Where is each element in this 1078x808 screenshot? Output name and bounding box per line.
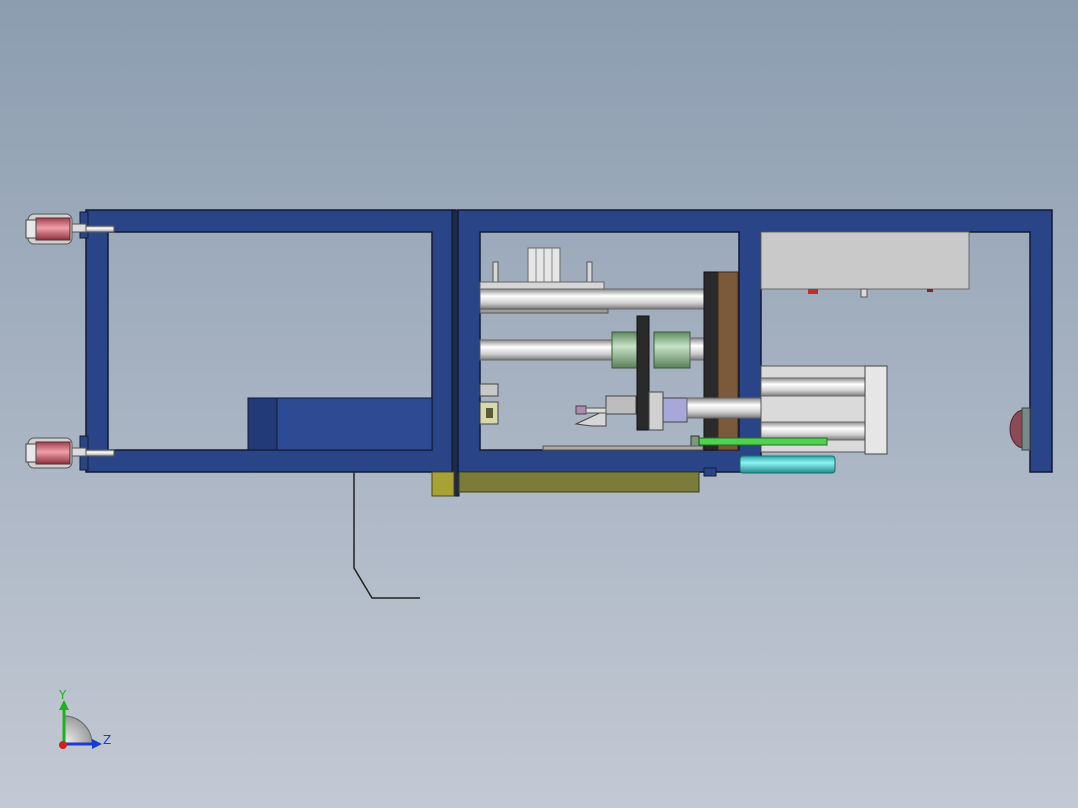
green-guide-rod — [692, 437, 828, 446]
end-plate-brown — [717, 271, 739, 451]
panel-red-indicator — [808, 289, 818, 294]
viewport-background — [0, 0, 1078, 808]
main-cylinder-endcap — [864, 365, 888, 455]
caster-top-stem — [71, 223, 87, 233]
yellow-mount-block — [431, 471, 455, 497]
standoff-left — [492, 261, 499, 283]
emergency-stop-base — [1021, 407, 1031, 451]
triad-y-label: Y — [58, 688, 67, 702]
olive-base-plate[interactable] — [458, 471, 700, 493]
coupling-left[interactable] — [611, 331, 641, 369]
barrel-lower-rib — [760, 421, 866, 441]
sensor-lens — [486, 408, 493, 418]
upper-rod-base — [479, 308, 609, 314]
panel-small-indicator — [927, 289, 933, 292]
green-rod-nut — [690, 435, 700, 447]
end-plate-dark — [703, 271, 719, 451]
triad-z-label: Z — [103, 733, 111, 747]
base-rail — [542, 445, 704, 451]
cad-canvas[interactable]: Y Z — [0, 0, 1078, 808]
upper-guide-rod — [479, 288, 707, 310]
gripper-mount — [648, 391, 664, 431]
triad-x-origin — [59, 741, 67, 749]
carriage-plate — [636, 315, 650, 431]
bracket-foot — [703, 467, 717, 477]
caster-top-rod — [85, 225, 115, 233]
sensor-bracket — [479, 383, 499, 397]
motor-endcap — [247, 397, 278, 451]
control-panel-box[interactable] — [760, 231, 970, 290]
gripper-cylinder-head — [662, 397, 688, 423]
gripper-tip — [575, 405, 587, 415]
caster-top-cap — [25, 219, 37, 239]
caster-bottom-cap — [25, 443, 37, 463]
panel-screw — [860, 288, 868, 298]
caster-top-wheel — [35, 217, 71, 241]
cyan-air-tube — [739, 455, 836, 474]
standoff-right — [586, 261, 593, 283]
caster-bottom-rod — [85, 449, 115, 457]
barrel-upper-rib — [760, 377, 866, 397]
middle-guide-rod — [479, 339, 623, 361]
caster-bottom-stem — [71, 447, 87, 457]
gripper-pin — [585, 407, 607, 414]
gripper-body[interactable] — [605, 395, 637, 415]
caster-bottom-wheel — [35, 441, 71, 465]
coupling-right[interactable] — [653, 331, 691, 369]
cad-viewport[interactable]: Y Z — [0, 0, 1078, 808]
